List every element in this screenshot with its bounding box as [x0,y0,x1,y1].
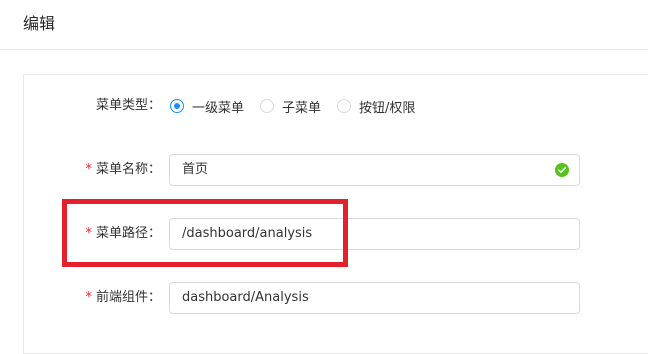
required-mark: * [85,226,92,241]
menu-type-label: 菜单类型： [95,98,161,113]
frontend-component-input[interactable]: dashboard/Analysis [169,282,580,314]
menu-path-input[interactable]: /dashboard/analysis [169,218,580,250]
menu-path-label: * 菜单路径： [85,226,161,241]
frontend-component-row: * 前端组件： dashboard/Analysis [0,282,648,314]
menu-name-value: 首页 [182,162,209,177]
modal-title: 编辑 [23,14,56,33]
menu-path-row: * 菜单路径： /dashboard/analysis [0,218,648,250]
radio-sub-menu[interactable]: 子菜单 [260,97,321,116]
frontend-component-value: dashboard/Analysis [182,290,309,305]
radio-top-level-menu[interactable]: 一级菜单 [170,97,244,116]
required-mark: * [85,162,92,177]
radio-label: 按钮/权限 [359,100,416,116]
menu-type-row: 菜单类型： 一级菜单 子菜单 按钮/权限 [0,90,648,122]
required-mark: * [85,290,92,305]
menu-name-input[interactable]: 首页 [169,154,580,186]
menu-name-label: * 菜单名称： [85,162,161,177]
radio-label: 一级菜单 [192,100,245,116]
menu-name-row: * 菜单名称： 首页 [0,154,648,186]
radio-label: 子菜单 [282,100,322,116]
radio-button-permission[interactable]: 按钮/权限 [337,97,415,116]
frontend-component-label: * 前端组件： [85,290,161,305]
check-circle-icon [555,163,569,177]
radio-unchecked-icon [337,99,352,113]
radio-unchecked-icon [260,99,275,113]
radio-checked-icon [170,99,184,113]
modal-header: 编辑 [0,0,648,50]
menu-type-radio-group: 一级菜单 子菜单 按钮/权限 [170,90,431,122]
menu-path-value: /dashboard/analysis [182,226,313,241]
